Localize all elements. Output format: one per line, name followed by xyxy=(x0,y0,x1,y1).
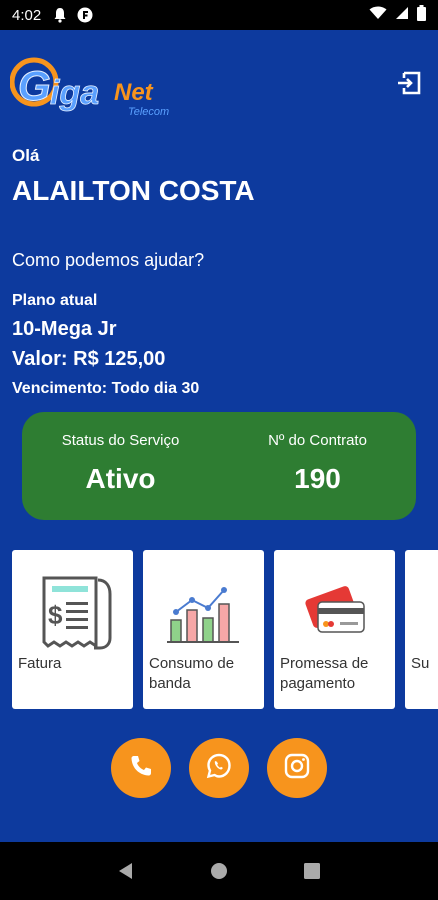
plan-label: Plano atual xyxy=(12,292,98,309)
tile-consumo-de-banda[interactable]: Consumo de banda xyxy=(143,550,264,709)
services-carousel[interactable]: $ Fatura Consumo de banda Promessa de pa… xyxy=(0,550,438,710)
status-bar: 4:02 xyxy=(0,0,438,30)
tile-label: Su xyxy=(411,655,430,672)
signal-icon xyxy=(395,6,409,24)
contract-number-label: Nº do Contrato xyxy=(268,432,367,449)
giganet-logo: G iga Net Telecom xyxy=(9,56,190,118)
plan-due-date: Vencimento: Todo dia 30 xyxy=(12,380,200,397)
status-time: 4:02 xyxy=(12,6,42,24)
tile-label: Fatura xyxy=(18,655,62,672)
svg-text:$: $ xyxy=(48,600,63,630)
tile-label: Consumo de banda xyxy=(149,655,235,692)
notification-bell-icon xyxy=(53,7,67,23)
bandwidth-chart-icon xyxy=(143,568,264,658)
home-icon[interactable] xyxy=(199,851,239,891)
service-status-card: Status do Serviço Ativo Nº do Contrato 1… xyxy=(22,412,416,520)
tile-label: Promessa de pagamento xyxy=(280,655,369,692)
app-screen: G iga Net Telecom Olá ALAILTON COSTA Com… xyxy=(0,30,438,842)
svg-text:iga: iga xyxy=(50,74,99,112)
service-status-value: Ativo xyxy=(85,463,156,494)
recents-icon[interactable] xyxy=(292,851,332,891)
service-status-label: Status do Serviço xyxy=(61,432,180,449)
phone-icon xyxy=(129,754,153,783)
svg-text:G: G xyxy=(18,62,51,109)
svg-text:Telecom: Telecom xyxy=(128,106,169,118)
phone-button[interactable] xyxy=(111,738,171,798)
svg-text:Net: Net xyxy=(114,79,154,106)
contract-number: Nº do Contrato 190 xyxy=(219,412,416,520)
tile-support[interactable]: Su xyxy=(405,550,438,709)
service-status: Status do Serviço Ativo xyxy=(22,412,219,520)
instagram-icon xyxy=(284,753,310,784)
app-notification-icon xyxy=(77,7,93,23)
help-text: Como podemos ajudar? xyxy=(12,250,205,270)
system-nav-bar xyxy=(0,842,438,900)
invoice-icon: $ xyxy=(12,568,133,658)
logout-button[interactable] xyxy=(394,70,424,100)
support-icon xyxy=(405,568,438,658)
tile-promessa-de-pagamento[interactable]: Promessa de pagamento xyxy=(274,550,395,709)
battery-icon xyxy=(417,5,426,25)
greeting: Olá xyxy=(12,146,40,165)
whatsapp-button[interactable] xyxy=(189,738,249,798)
instagram-button[interactable] xyxy=(267,738,327,798)
user-name: ALAILTON COSTA xyxy=(12,175,255,206)
back-icon[interactable] xyxy=(106,851,146,891)
tile-fatura[interactable]: $ Fatura xyxy=(12,550,133,709)
whatsapp-icon xyxy=(205,752,233,785)
contract-number-value: 190 xyxy=(294,463,341,494)
plan-value: Valor: R$ 125,00 xyxy=(12,348,166,370)
logout-icon xyxy=(396,71,422,100)
wifi-icon xyxy=(369,6,387,24)
plan-name: 10-Mega Jr xyxy=(12,318,117,340)
credit-card-icon xyxy=(274,568,395,658)
